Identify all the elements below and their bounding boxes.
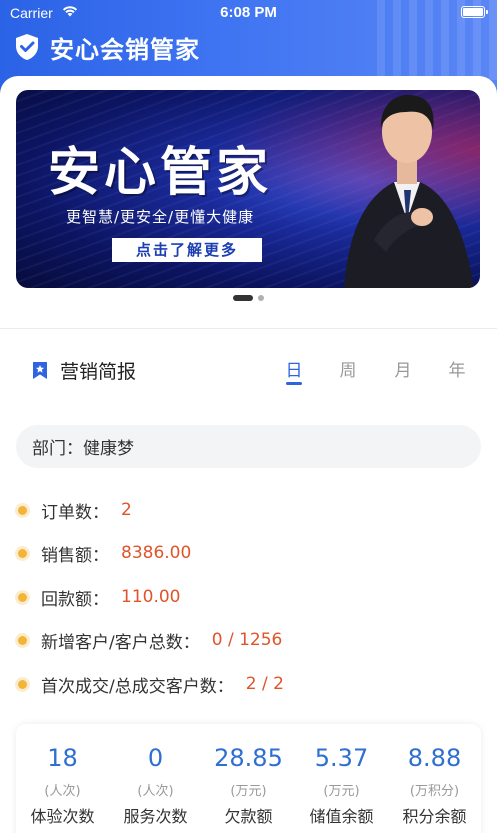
stat-deals: 首次成交/总成交客户数： 2 / 2 [18, 672, 284, 697]
summary-label: 欠款额 [224, 807, 273, 826]
bullet-dot [18, 548, 27, 558]
tab-day[interactable]: 日 [274, 356, 314, 385]
section-divider [0, 328, 497, 329]
learn-more-button[interactable]: 点击了解更多 [112, 238, 262, 262]
summary-label: 储值余额 [309, 807, 374, 826]
spokesperson-image [344, 94, 474, 288]
banner-pagination[interactable] [0, 295, 497, 301]
stat-customers: 新增客户/客户总数： 0 / 1256 [18, 628, 283, 653]
stat-value: 110.00 [121, 587, 181, 607]
summary-value: 8.88 [407, 744, 462, 772]
bookmark-star-icon [33, 361, 47, 379]
summary-value: 28.85 [214, 744, 283, 772]
stat-value: 2 [121, 500, 132, 520]
stat-label: 首次成交/总成交客户数： [41, 676, 234, 697]
stat-payments: 回款额： 110.00 [18, 585, 181, 610]
app-header: 安心会销管家 [14, 32, 200, 64]
report-title: 营销简报 [60, 360, 137, 383]
period-tabs: 日 周 月 年 [270, 356, 480, 386]
status-bar: Carrier 6:08 PM [0, 0, 497, 26]
summary-label: 体验次数 [30, 807, 95, 826]
tab-month[interactable]: 月 [383, 356, 423, 381]
stat-value: 2 / 2 [245, 674, 284, 694]
stat-label: 销售额： [41, 545, 109, 566]
banner-title: 安心管家 [48, 143, 273, 203]
battery-icon [461, 6, 488, 18]
page-dot-active[interactable] [233, 295, 253, 301]
bullet-dot [18, 679, 27, 689]
stat-label: 订单数： [41, 502, 109, 523]
stat-orders: 订单数： 2 [18, 498, 132, 523]
summary-label: 服务次数 [123, 807, 188, 826]
department-selector[interactable]: 部门：健康梦 [16, 425, 481, 468]
bullet-dot [18, 635, 27, 645]
tab-week[interactable]: 周 [328, 356, 368, 381]
tab-label: 周 [339, 361, 357, 381]
status-time: 6:08 PM [220, 4, 277, 21]
summary-unit: (万元) [230, 784, 267, 799]
stat-label: 新增客户/客户总数： [41, 632, 200, 653]
banner-subtitle: 更智慧/更安全/更懂大健康 [66, 208, 255, 226]
tab-year[interactable]: 年 [437, 356, 477, 381]
promo-banner[interactable]: 安心管家 更智慧/更安全/更懂大健康 点击了解更多 [16, 90, 480, 288]
summary-unit: (人次) [137, 784, 174, 799]
summary-unit: (人次) [44, 784, 81, 799]
summary-card: 18 (人次) 体验次数 0 (人次) 服务次数 28.85 (万元) 欠款额 … [16, 724, 481, 833]
bullet-dot [18, 505, 27, 515]
report-header: 营销简报 [32, 356, 136, 384]
summary-unit: (万元) [323, 784, 360, 799]
shield-check-icon [16, 34, 38, 60]
tab-active-indicator [286, 382, 302, 385]
stat-value: 0 / 1256 [211, 630, 283, 650]
tab-label: 月 [394, 361, 412, 381]
stat-sales: 销售额： 8386.00 [18, 541, 192, 566]
summary-value: 5.37 [314, 744, 369, 772]
app-title: 安心会销管家 [50, 35, 200, 64]
summary-label: 积分余额 [402, 807, 467, 826]
stat-value: 8386.00 [121, 543, 192, 563]
stat-label: 回款额： [41, 589, 109, 610]
summary-value: 18 [47, 744, 78, 772]
page-dot[interactable] [258, 295, 264, 301]
bullet-dot [18, 592, 27, 602]
summary-unit: (万积分) [409, 784, 460, 799]
summary-value: 0 [147, 744, 164, 772]
department-label: 部门：健康梦 [32, 439, 134, 459]
tab-label: 年 [448, 361, 466, 381]
tab-label: 日 [285, 361, 303, 381]
